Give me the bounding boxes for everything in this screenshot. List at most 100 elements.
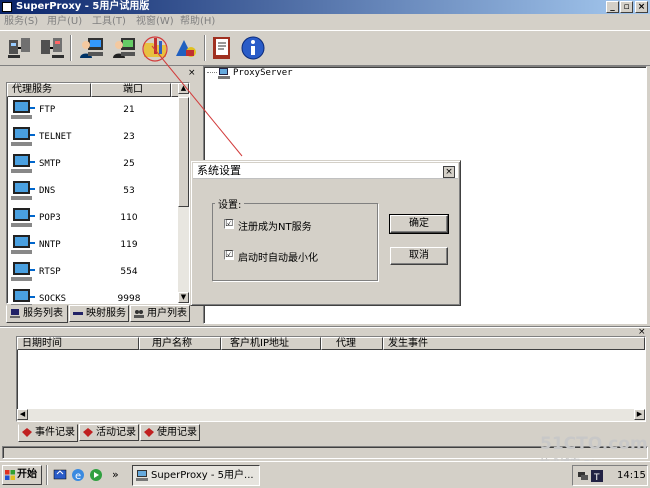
service-port: 53 — [123, 186, 135, 196]
service-name: SMTP — [39, 159, 61, 169]
service-row[interactable]: RTSP 554 — [9, 259, 177, 286]
stop-service-button[interactable] — [38, 34, 66, 62]
tab-label: 用户列表 — [147, 308, 187, 319]
log-list: 日期时间 用户名称 客户机IP地址 代理 发生事件 ◀ ▶ — [16, 336, 646, 422]
network-start-icon — [8, 38, 30, 58]
computer-icon — [11, 154, 35, 173]
menu-service[interactable]: 服务(S) — [4, 14, 38, 30]
tab-label: 使用记录 — [157, 427, 197, 438]
svg-text:e: e — [75, 471, 81, 482]
computer-icon — [11, 289, 35, 305]
quicklaunch-chevron-icon[interactable]: » — [112, 468, 119, 481]
service-port: 25 — [123, 159, 135, 169]
cancel-button[interactable]: 取消 — [390, 247, 448, 265]
mapping-icon — [73, 312, 83, 315]
tab-activity-log[interactable]: 活动记录 — [79, 424, 139, 441]
tab-event-log[interactable]: 事件记录 — [18, 424, 78, 442]
red-book-icon — [83, 428, 93, 437]
service-name: POP3 — [39, 213, 61, 223]
user-computer-icon — [80, 38, 103, 58]
service-name: NNTP — [39, 240, 61, 250]
menu-help[interactable]: 帮助(H) — [180, 14, 215, 30]
network-tray-icon[interactable] — [577, 470, 589, 482]
service-name: TELNET — [39, 132, 72, 142]
scroll-right-icon[interactable]: ▶ — [634, 409, 645, 420]
tab-label: 活动记录 — [96, 427, 136, 438]
service-port: 21 — [123, 105, 135, 115]
tab-usage-log[interactable]: 使用记录 — [140, 424, 200, 441]
users-icon — [134, 310, 144, 318]
media-player-icon[interactable] — [89, 468, 103, 482]
watermark-logo: 51CTO.com — [540, 434, 648, 454]
start-button[interactable]: 开始 — [2, 465, 42, 485]
service-name: DNS — [39, 186, 56, 196]
ie-browser-icon[interactable]: e — [71, 468, 85, 482]
computer-icon — [11, 100, 35, 119]
splitter[interactable] — [0, 326, 650, 328]
auto-minimize-checkbox[interactable]: ☑ — [224, 250, 234, 260]
toolbar — [0, 30, 650, 66]
group-label: 设置: — [215, 196, 245, 211]
computer-icon — [11, 208, 35, 227]
tab-label: 事件记录 — [35, 427, 75, 438]
nt-service-checkbox[interactable]: ☑ — [224, 219, 234, 229]
col-header-username[interactable]: 用户名称 — [139, 337, 221, 350]
start-service-button[interactable] — [6, 34, 34, 62]
col-header-service[interactable]: 代理服务 — [7, 83, 91, 97]
col-header-client-ip[interactable]: 客户机IP地址 — [221, 337, 321, 350]
user-group-icon — [113, 38, 135, 58]
app-icon — [136, 470, 148, 481]
taskbar-app-superproxy[interactable]: SuperProxy - 5用户... — [132, 465, 260, 486]
system-tray: T 14:15 — [572, 465, 648, 486]
taskbar: 开始 e » SuperProxy - 5用户... T 14:15 — [0, 461, 650, 488]
service-row[interactable]: SOCKS 9998 — [9, 286, 177, 305]
computer-icon — [11, 262, 35, 281]
tab-mapping-service[interactable]: 映射服务 — [69, 305, 129, 322]
nt-service-label: 注册成为NT服务 — [238, 222, 312, 233]
menu-tools[interactable]: 工具(T) — [92, 14, 126, 30]
network-stop-icon — [41, 38, 64, 58]
col-header-datetime[interactable]: 日期时间 — [17, 337, 139, 350]
user-group-button[interactable] — [110, 34, 138, 62]
restore-button[interactable]: ▫ — [620, 1, 633, 13]
app-icon — [2, 2, 12, 12]
svg-text:T: T — [593, 473, 600, 482]
service-port: 110 — [120, 213, 138, 223]
taskbar-separator — [46, 465, 48, 485]
tab-label: 映射服务 — [86, 308, 126, 319]
settings-dialog: 系统设置 × 设置: ☑ 注册成为NT服务 ☑ 启动时自动最小化 确定 取消 — [190, 160, 461, 306]
minimize-button[interactable]: _ — [606, 1, 619, 13]
col-header-event[interactable]: 发生事件 — [383, 337, 645, 350]
menu-user[interactable]: 用户(U) — [47, 14, 82, 30]
service-row[interactable]: POP3 110 — [9, 205, 177, 232]
red-book-icon — [144, 428, 154, 437]
tab-user-list[interactable]: 用户列表 — [130, 305, 190, 322]
tab-label: 服务列表 — [23, 308, 63, 319]
computer-icon — [11, 127, 35, 146]
settings-group — [212, 203, 378, 281]
col-header-proxy[interactable]: 代理 — [321, 337, 383, 350]
dialog-close-button[interactable]: × — [443, 166, 455, 178]
annotation-line — [151, 45, 243, 157]
user-manage-button[interactable] — [78, 34, 106, 62]
taskbar-app-label: SuperProxy - 5用户... — [151, 470, 254, 481]
clock: 14:15 — [617, 470, 646, 481]
service-name: SOCKS — [39, 294, 67, 304]
service-name: FTP — [39, 105, 56, 115]
service-row[interactable]: NNTP 119 — [9, 232, 177, 259]
service-port: 9998 — [117, 294, 141, 304]
windows-logo-icon — [5, 470, 15, 480]
tab-service-list[interactable]: 服务列表 — [6, 305, 68, 323]
scroll-left-icon[interactable]: ◀ — [17, 409, 28, 420]
log-hscrollbar[interactable]: ◀ ▶ — [17, 409, 645, 421]
computer-icon — [11, 235, 35, 254]
service-row[interactable]: DNS 53 — [9, 178, 177, 205]
desktop-icon[interactable] — [53, 468, 67, 482]
service-port: 23 — [123, 132, 135, 142]
close-button[interactable]: × — [635, 1, 648, 13]
proxy-tray-icon[interactable]: T — [591, 470, 603, 482]
scroll-down-icon[interactable]: ▼ — [178, 292, 189, 303]
menu-window[interactable]: 视窗(W) — [136, 14, 174, 30]
ok-button[interactable]: 确定 — [389, 214, 449, 234]
toolbar-separator — [70, 35, 72, 61]
